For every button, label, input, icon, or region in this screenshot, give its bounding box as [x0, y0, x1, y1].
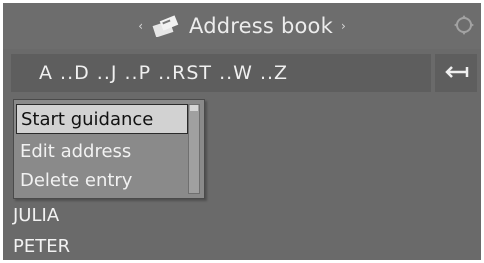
nav-screen: ‹ Address book › A ..D ..J ..P ..RST ..W…: [3, 3, 481, 260]
menu-item-start-guidance[interactable]: Start guidance: [16, 104, 188, 134]
menu-item-delete-entry[interactable]: Delete entry: [16, 165, 188, 195]
page-title: Address book: [189, 14, 333, 38]
list-item-peter[interactable]: PETER: [13, 236, 70, 257]
scrollbar-thumb[interactable]: [190, 105, 198, 111]
letter-index[interactable]: A ..D ..J ..P ..RST ..W ..Z: [39, 62, 288, 84]
back-button[interactable]: [435, 54, 477, 92]
list-item-julia[interactable]: JULIA: [13, 205, 59, 226]
address-book-icon: [151, 15, 181, 38]
context-menu: Start guidance Edit address Delete entry: [13, 99, 205, 199]
controller-knob-icon: [453, 14, 475, 36]
letter-index-bar[interactable]: A ..D ..J ..P ..RST ..W ..Z: [11, 54, 431, 92]
menu-item-edit-address[interactable]: Edit address: [16, 136, 188, 166]
menu-scrollbar[interactable]: [188, 104, 200, 194]
back-arrow-icon: [443, 64, 469, 83]
title-bar: ‹ Address book ›: [3, 3, 481, 49]
title-left-arrow[interactable]: ‹: [138, 19, 143, 33]
title-right-arrow[interactable]: ›: [341, 19, 346, 33]
